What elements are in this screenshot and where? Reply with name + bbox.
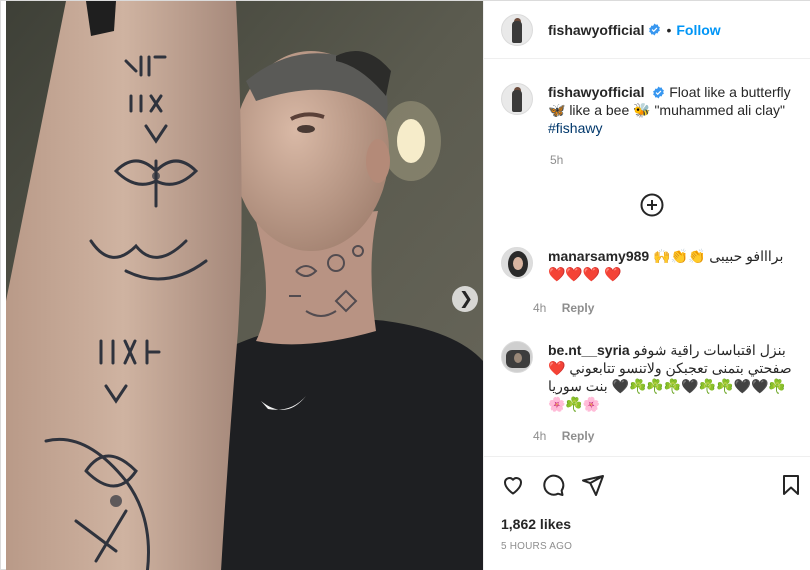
likes-count[interactable]: 1,862 likes (501, 516, 571, 532)
verified-badge-icon (653, 86, 665, 99)
comment-item: manarsamy989 برااافو حبيبى 👏👏🙌❤️ ❤️❤️❤️ (501, 247, 801, 283)
comment-meta: 4h Reply (533, 429, 594, 443)
comment-meta: 4h Reply (533, 301, 594, 315)
caption-hashtag[interactable]: #fishawy (548, 120, 602, 136)
bookmark-icon[interactable] (779, 473, 803, 497)
post-actions: 1,862 likes 5 HOURS AGO (484, 456, 810, 570)
author-avatar[interactable] (501, 13, 533, 46)
commenter-avatar[interactable] (501, 247, 533, 279)
post-caption: fishawyofficial Float like a butterfly 🦋… (501, 83, 801, 137)
reply-button[interactable]: Reply (562, 301, 595, 315)
caption-text: fishawyofficial Float like a butterfly 🦋… (548, 83, 801, 137)
follow-button[interactable]: Follow (676, 22, 720, 38)
post-photo (6, 1, 483, 570)
header-separator: • (666, 21, 672, 38)
comment-username[interactable]: be.nt__syria (548, 342, 630, 358)
comment-text: be.nt__syria بنزل اقتباسات راقية شوفو صف… (548, 341, 793, 413)
comment-text: manarsamy989 برااافو حبيبى 👏👏🙌❤️ ❤️❤️❤️ (548, 247, 793, 283)
comment-item: be.nt__syria بنزل اقتباسات راقية شوفو صف… (501, 341, 801, 413)
comment-time: 4h (533, 429, 547, 443)
comment-icon[interactable] (541, 473, 565, 497)
share-icon[interactable] (581, 473, 605, 497)
author-username[interactable]: fishawyofficial (548, 22, 644, 38)
heart-icon[interactable] (501, 473, 525, 497)
next-slide-button[interactable]: ❯ (452, 286, 478, 312)
caption-avatar[interactable] (501, 83, 533, 115)
plus-circle-icon[interactable] (640, 193, 664, 217)
caption-username[interactable]: fishawyofficial (548, 84, 644, 100)
reply-button[interactable]: Reply (562, 429, 595, 443)
commenter-avatar[interactable] (501, 341, 533, 373)
post-media[interactable]: ❯ (6, 1, 483, 570)
comment-username[interactable]: manarsamy989 (548, 248, 649, 264)
post-dialog: ❯ fishawyofficial • Follow fishawyoffici… (0, 0, 810, 570)
comment-time: 4h (533, 301, 547, 315)
chevron-right-icon: ❯ (458, 288, 474, 309)
verified-badge-icon (649, 23, 661, 36)
post-timestamp: 5 HOURS AGO (501, 541, 573, 552)
post-sidebar: fishawyofficial • Follow fishawyofficial… (483, 1, 810, 570)
caption-time: 5h (550, 153, 564, 167)
post-header: fishawyofficial • Follow (484, 1, 810, 59)
